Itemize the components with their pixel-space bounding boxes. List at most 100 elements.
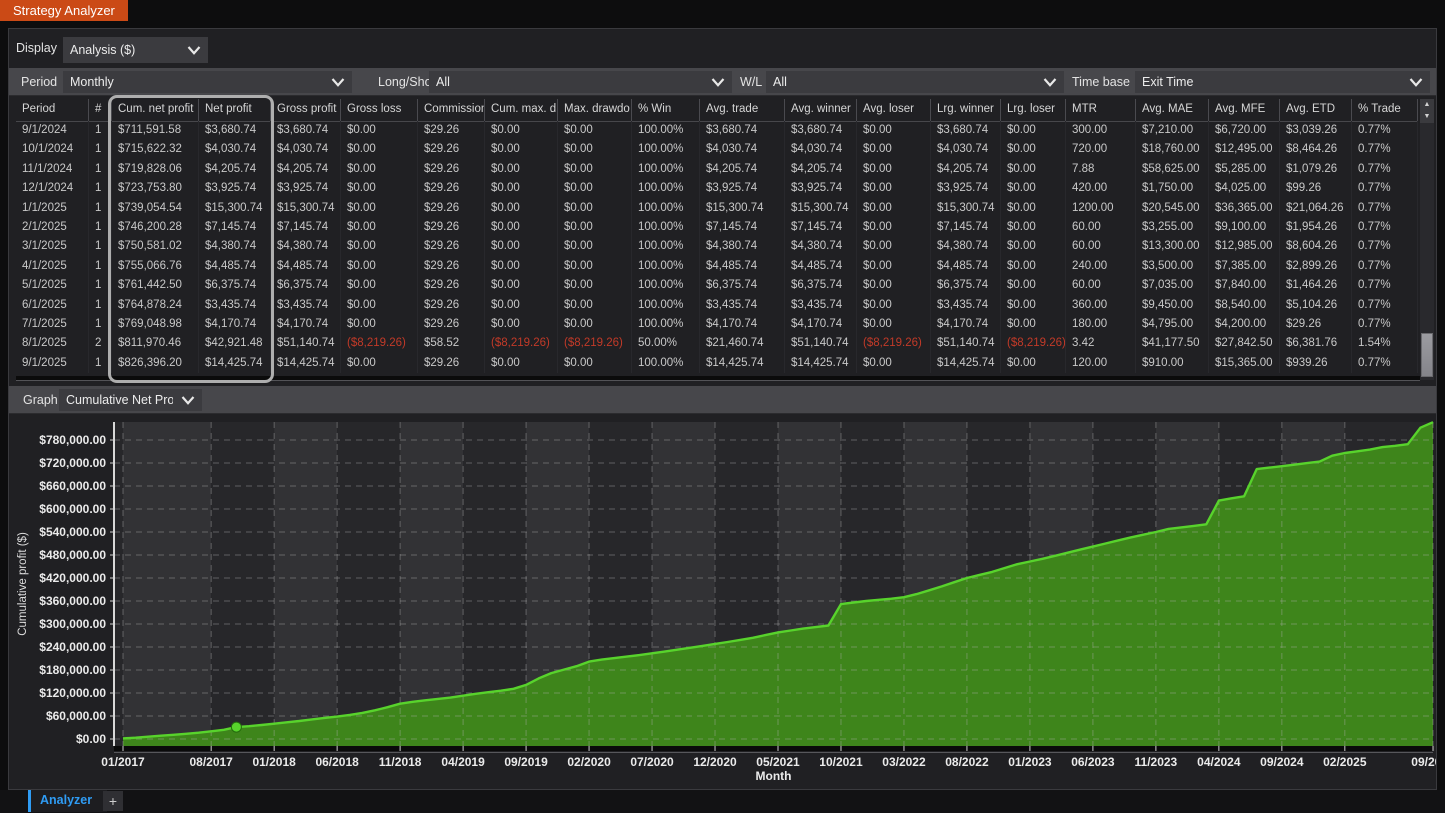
column-header--[interactable]: # bbox=[89, 99, 112, 121]
column-header-avg-mfe[interactable]: Avg. MFE bbox=[1209, 99, 1280, 121]
cell: $3,435.74 bbox=[271, 296, 341, 315]
chevron-down-icon bbox=[1043, 78, 1057, 87]
table-row[interactable]: 4/1/20251$755,066.76$4,485.74$4,485.74$0… bbox=[16, 257, 1418, 276]
cell: $769,048.98 bbox=[112, 315, 199, 334]
long-short-dropdown[interactable]: All bbox=[429, 71, 732, 93]
table-row[interactable]: 2/1/20251$746,200.28$7,145.74$7,145.74$0… bbox=[16, 218, 1418, 237]
scroll-down-button[interactable]: ▼ bbox=[1420, 111, 1434, 123]
cell: $29.26 bbox=[418, 121, 485, 140]
x-axis-tick-label: 03/2022 bbox=[882, 755, 926, 769]
column-header-avg-trade[interactable]: Avg. trade bbox=[700, 99, 785, 121]
cell: $0.00 bbox=[558, 218, 632, 237]
win-loss-dropdown-value: All bbox=[773, 75, 787, 89]
time-base-dropdown[interactable]: Exit Time bbox=[1135, 71, 1430, 93]
cell: $0.00 bbox=[857, 179, 931, 198]
table-row[interactable]: 9/1/20241$711,591.58$3,680.74$3,680.74$0… bbox=[16, 121, 1418, 140]
cell: $0.00 bbox=[857, 257, 931, 276]
chart-marker-point[interactable] bbox=[231, 722, 241, 732]
cell: $0.00 bbox=[485, 218, 558, 237]
x-axis-tick-label: 07/2020 bbox=[630, 755, 674, 769]
column-header--win[interactable]: % Win bbox=[632, 99, 700, 121]
table-row[interactable]: 5/1/20251$761,442.50$6,375.74$6,375.74$0… bbox=[16, 276, 1418, 295]
table-scrollbar[interactable]: ▲ ▼ bbox=[1420, 99, 1434, 380]
cell: 100.00% bbox=[632, 160, 700, 179]
scrollbar-thumb[interactable] bbox=[1421, 333, 1433, 377]
cell: $0.00 bbox=[341, 179, 418, 198]
column-header-mtr[interactable]: MTR bbox=[1066, 99, 1136, 121]
table-row[interactable]: 12/1/20241$723,753.80$3,925.74$3,925.74$… bbox=[16, 179, 1418, 198]
cell: $8,604.26 bbox=[1280, 237, 1352, 256]
cell: $14,425.74 bbox=[931, 354, 1001, 373]
cell: $4,030.74 bbox=[271, 140, 341, 159]
strategy-analyzer-window: Strategy Analyzer Display Analysis ($) P… bbox=[0, 0, 1445, 813]
cell: $3,435.74 bbox=[199, 296, 271, 315]
display-dropdown-value: Analysis ($) bbox=[70, 43, 135, 57]
column-header-lrg-loser[interactable]: Lrg. loser bbox=[1001, 99, 1066, 121]
cell: 2/1/2025 bbox=[16, 218, 89, 237]
column-header-net-profit[interactable]: Net profit bbox=[199, 99, 271, 121]
y-axis-tick-label: $120,000.00 bbox=[39, 686, 106, 700]
table-row[interactable]: 10/1/20241$715,622.32$4,030.74$4,030.74$… bbox=[16, 140, 1418, 159]
table-row[interactable]: 1/1/20251$739,054.54$15,300.74$15,300.74… bbox=[16, 199, 1418, 218]
table-row[interactable]: 9/1/20251$826,396.20$14,425.74$14,425.74… bbox=[16, 354, 1418, 373]
tab-analyzer[interactable]: Analyzer bbox=[28, 790, 107, 812]
column-header--trade[interactable]: % Trade bbox=[1352, 99, 1418, 121]
x-axis-tick-label: 12/2020 bbox=[693, 755, 737, 769]
column-header-cum-net-profit[interactable]: Cum. net profit bbox=[112, 99, 199, 121]
cell: $0.00 bbox=[558, 296, 632, 315]
cumulative-net-profit-chart[interactable]: $0.00$60,000.00$120,000.00$180,000.00$24… bbox=[9, 414, 1436, 788]
table-row[interactable]: 7/1/20251$769,048.98$4,170.74$4,170.74$0… bbox=[16, 315, 1418, 334]
cell: $746,200.28 bbox=[112, 218, 199, 237]
cell: $29.26 bbox=[418, 315, 485, 334]
table-row[interactable]: 11/1/20241$719,828.06$4,205.74$4,205.74$… bbox=[16, 160, 1418, 179]
column-header-avg-etd[interactable]: Avg. ETD bbox=[1280, 99, 1352, 121]
column-header-max-drawdo[interactable]: Max. drawdo bbox=[558, 99, 632, 121]
add-tab-button[interactable]: + bbox=[103, 791, 123, 811]
cell: 4/1/2025 bbox=[16, 257, 89, 276]
column-header-avg-loser[interactable]: Avg. loser bbox=[857, 99, 931, 121]
tab-strategy-analyzer[interactable]: Strategy Analyzer bbox=[0, 0, 128, 21]
scroll-up-button[interactable]: ▲ bbox=[1420, 99, 1434, 111]
cell: $0.00 bbox=[1001, 354, 1066, 373]
column-header-period[interactable]: Period bbox=[16, 99, 89, 121]
cell: 100.00% bbox=[632, 140, 700, 159]
display-dropdown[interactable]: Analysis ($) bbox=[63, 37, 208, 63]
cell: $0.00 bbox=[857, 276, 931, 295]
cell: $6,720.00 bbox=[1209, 121, 1280, 140]
table-row[interactable]: 8/1/20252$811,970.46$42,921.48$51,140.74… bbox=[16, 334, 1418, 353]
graph-dropdown[interactable]: Cumulative Net Profit bbox=[59, 389, 202, 411]
cell: 240.00 bbox=[1066, 257, 1136, 276]
y-axis-tick-label: $360,000.00 bbox=[39, 594, 106, 608]
cell: 7.88 bbox=[1066, 160, 1136, 179]
analysis-table-body: 9/1/20241$711,591.58$3,680.74$3,680.74$0… bbox=[16, 121, 1418, 373]
cell: $4,030.74 bbox=[931, 140, 1001, 159]
cell: 100.00% bbox=[632, 354, 700, 373]
column-header-gross-profit[interactable]: Gross profit bbox=[271, 99, 341, 121]
cell: $15,300.74 bbox=[931, 199, 1001, 218]
column-header-commission[interactable]: Commission bbox=[418, 99, 485, 121]
table-row[interactable]: 6/1/20251$764,878.24$3,435.74$3,435.74$0… bbox=[16, 296, 1418, 315]
column-header-avg-mae[interactable]: Avg. MAE bbox=[1136, 99, 1209, 121]
cell: $4,205.74 bbox=[199, 160, 271, 179]
cell: $15,300.74 bbox=[785, 199, 857, 218]
column-header-cum-max-d[interactable]: Cum. max. d bbox=[485, 99, 558, 121]
cell: 3.42 bbox=[1066, 334, 1136, 353]
cell: $0.00 bbox=[485, 179, 558, 198]
y-axis-tick-label: $660,000.00 bbox=[39, 479, 106, 493]
cell: $0.00 bbox=[1001, 218, 1066, 237]
cell: $0.00 bbox=[485, 140, 558, 159]
table-row[interactable]: 3/1/20251$750,581.02$4,380.74$4,380.74$0… bbox=[16, 237, 1418, 256]
cell: 0.77% bbox=[1352, 237, 1418, 256]
chevron-down-icon bbox=[181, 396, 195, 405]
cell: $9,100.00 bbox=[1209, 218, 1280, 237]
column-header-avg-winner[interactable]: Avg. winner bbox=[785, 99, 857, 121]
cell: $0.00 bbox=[857, 199, 931, 218]
period-dropdown[interactable]: Monthly bbox=[63, 71, 352, 93]
cell: $7,145.74 bbox=[271, 218, 341, 237]
cell: $3,680.74 bbox=[931, 121, 1001, 140]
column-header-lrg-winner[interactable]: Lrg. winner bbox=[931, 99, 1001, 121]
cell: 0.77% bbox=[1352, 354, 1418, 373]
column-header-gross-loss[interactable]: Gross loss bbox=[341, 99, 418, 121]
cell: 100.00% bbox=[632, 276, 700, 295]
win-loss-dropdown[interactable]: All bbox=[766, 71, 1064, 93]
